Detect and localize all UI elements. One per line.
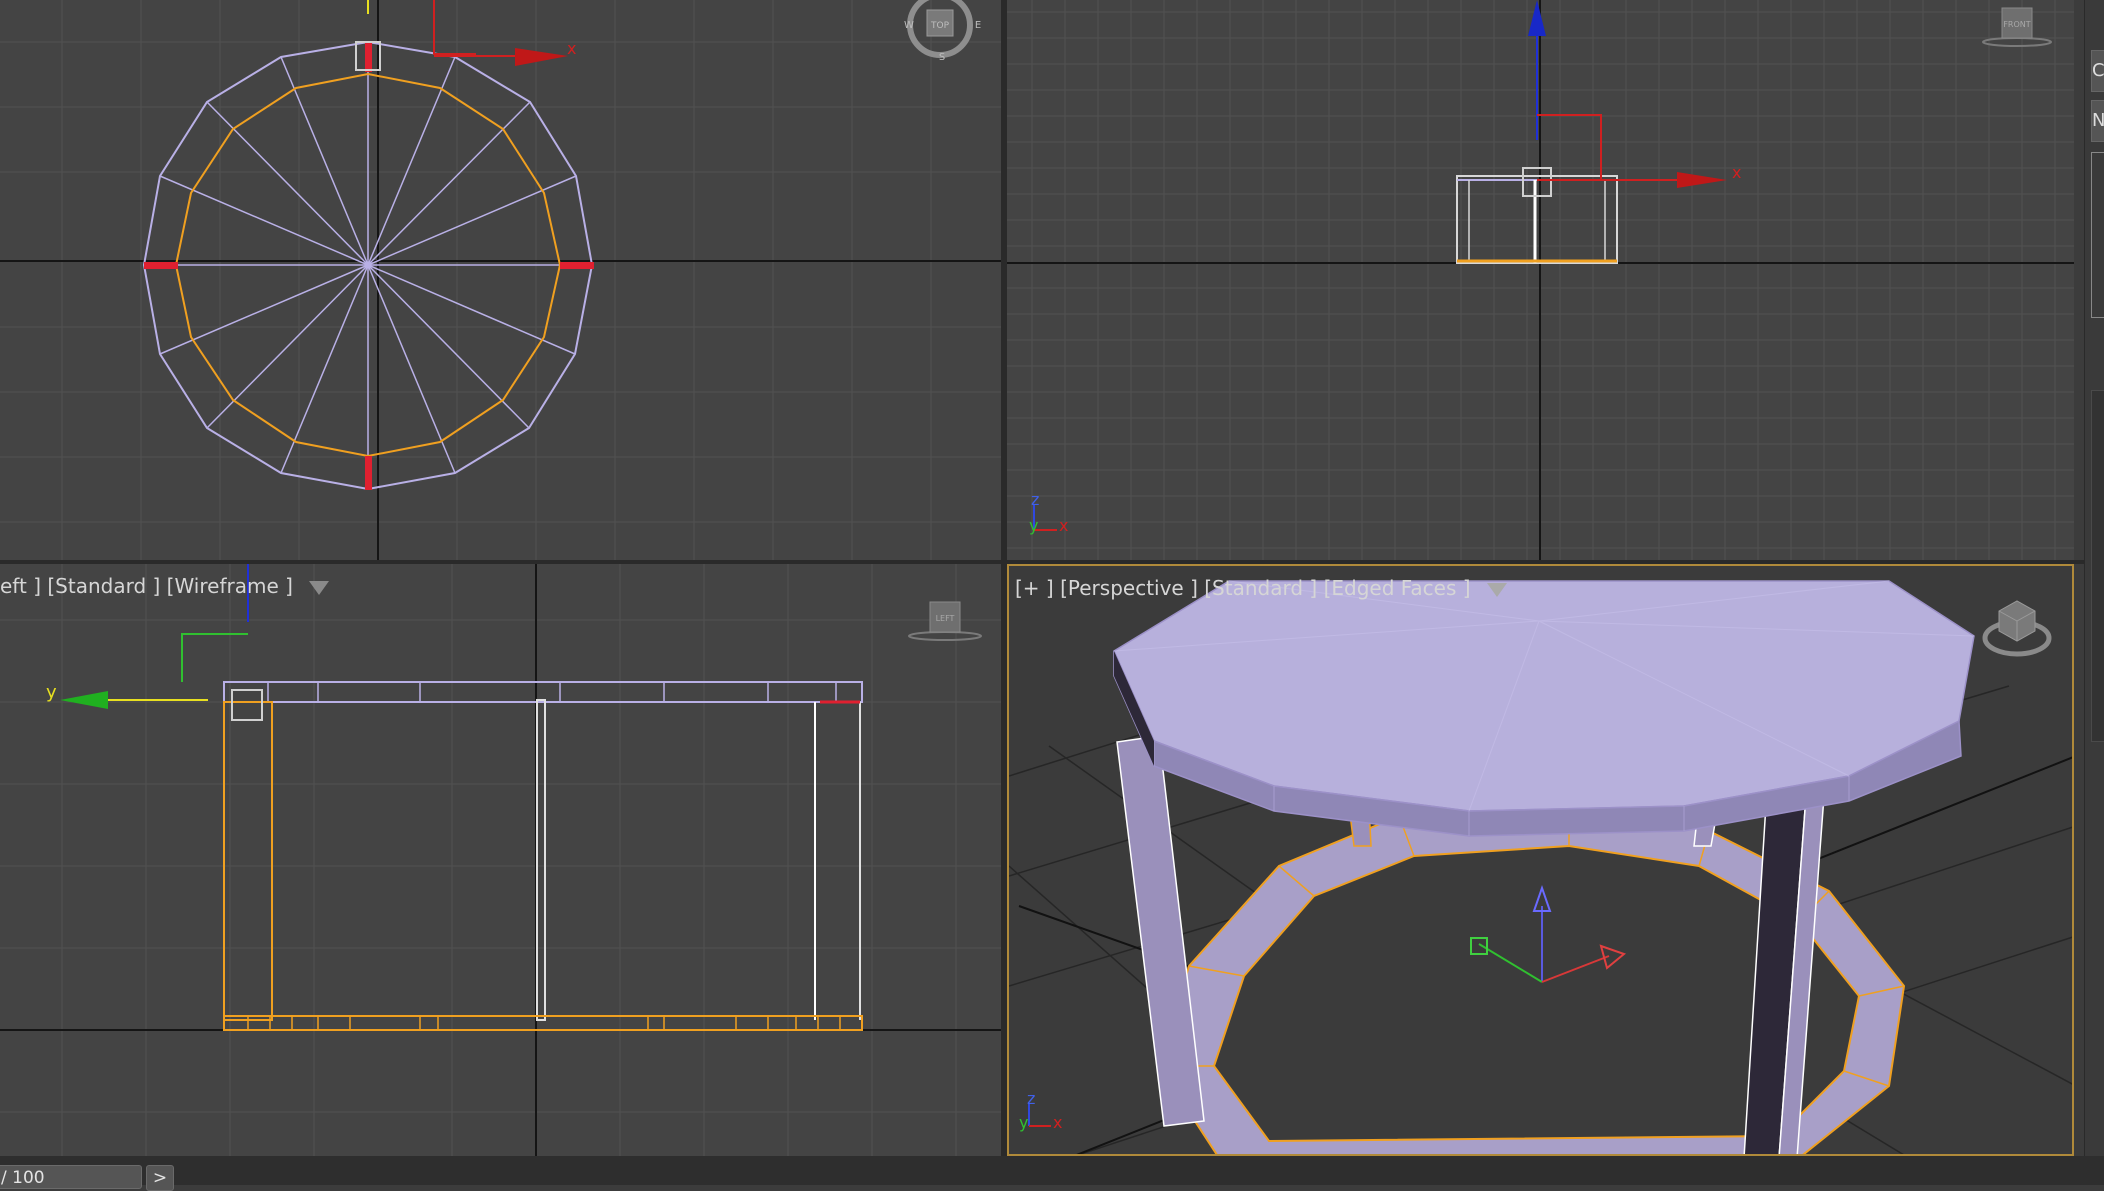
viewport-perspective[interactable]: z y x [+ ] [Perspective ] [Standard ] [E…	[1007, 564, 2074, 1156]
viewport-front[interactable]: x z y x FRONT	[1007, 0, 2074, 560]
axis-x-label: x	[567, 39, 576, 58]
left-view-canvas[interactable]: y LEFT	[0, 564, 1001, 1156]
viewport-divider-v[interactable]	[1001, 0, 1007, 1156]
table-top[interactable]	[1113, 580, 1975, 837]
svg-text:S: S	[939, 52, 945, 63]
viewcube[interactable]: LEFT	[908, 601, 982, 641]
svg-text:y: y	[1029, 516, 1038, 535]
viewcube-face-left: LEFT	[936, 614, 955, 623]
viewport-label-perspective[interactable]: [+ ] [Perspective ] [Standard ] [Edged F…	[1015, 576, 1507, 600]
viewport-label-left[interactable]: eft ] [Standard ] [Wireframe ]	[0, 574, 330, 598]
viewcube[interactable]: FRONT	[1982, 7, 2052, 47]
display-mode-menu[interactable]: [Wireframe ]	[167, 574, 293, 598]
viewport-top[interactable]: x TOP W E S	[0, 0, 1001, 560]
filter-icon[interactable]	[309, 580, 330, 595]
view-menu[interactable]: eft ]	[0, 574, 41, 598]
command-panel[interactable]: C N	[2084, 0, 2104, 1156]
svg-text:W: W	[904, 20, 914, 31]
axis-x-label: x	[1732, 163, 1741, 182]
svg-text:x: x	[1059, 516, 1068, 535]
filter-icon[interactable]	[1486, 582, 1507, 597]
svg-text:z: z	[1027, 1089, 1035, 1108]
svg-text:E: E	[975, 20, 981, 31]
front-view-canvas[interactable]: x z y x FRONT	[1007, 0, 2074, 560]
svg-text:z: z	[1031, 490, 1039, 509]
perspective-view-canvas[interactable]: z y x	[1009, 566, 2074, 1156]
timeline-bar: / 100 >	[0, 1156, 2104, 1191]
svg-text:y: y	[1019, 1113, 1028, 1132]
time-slider-next-button[interactable]: >	[146, 1165, 174, 1191]
svg-text:x: x	[1053, 1113, 1062, 1132]
display-mode-menu[interactable]: [Edged Faces ]	[1324, 576, 1471, 600]
command-panel-scrollbar[interactable]	[2091, 390, 2104, 742]
transform-gizmo[interactable]	[367, 0, 568, 66]
table-left-wireframe[interactable]	[223, 681, 863, 1031]
shading-menu[interactable]: [Standard ]	[47, 574, 160, 598]
compass-widget[interactable]: TOP W E S	[904, 0, 981, 63]
axis-y-label: y	[46, 682, 57, 703]
grid	[0, 564, 1001, 1156]
command-panel-tab-create[interactable]: C	[2091, 50, 2104, 92]
time-slider[interactable]: / 100	[0, 1165, 142, 1189]
command-panel-tab-modify[interactable]: N	[2091, 100, 2104, 142]
viewport-plus-menu[interactable]: [+ ]	[1015, 576, 1054, 600]
viewcube[interactable]	[1982, 600, 2052, 657]
transform-gizmo[interactable]	[1528, 0, 1727, 188]
viewport-left[interactable]: y LEFT eft ] [Standard ] [Wireframe ]	[0, 564, 1001, 1156]
axis-tripod: z y x	[1019, 1089, 1062, 1132]
pivot-box[interactable]	[231, 689, 263, 721]
command-panel-rollout[interactable]	[2091, 152, 2104, 318]
viewcube-face-front: FRONT	[2003, 20, 2030, 29]
view-menu[interactable]: [Perspective ]	[1060, 576, 1198, 600]
shading-menu[interactable]: [Standard ]	[1204, 576, 1317, 600]
axis-tripod: z y x	[1029, 490, 1068, 535]
viewcube-face-top: TOP	[930, 21, 950, 31]
table-top-wireframe[interactable]	[142, 40, 594, 491]
top-view-canvas[interactable]: x TOP W E S	[0, 0, 1001, 560]
viewport-divider-h[interactable]	[0, 560, 2084, 564]
